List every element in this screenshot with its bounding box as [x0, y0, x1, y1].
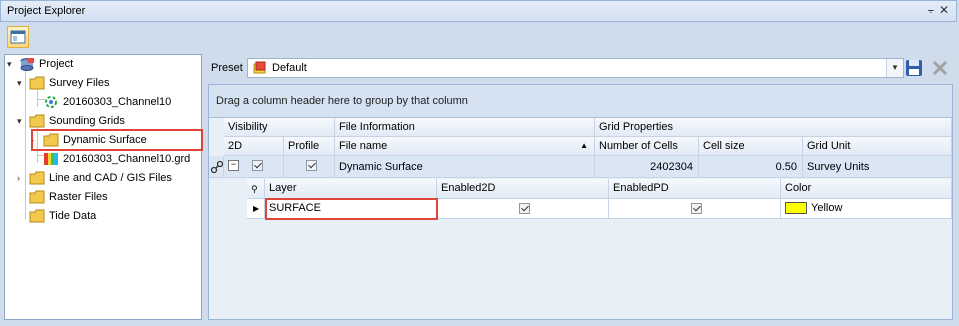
pin-icon[interactable]: ⨪ [928, 4, 934, 17]
column-profile[interactable]: Profile [284, 137, 335, 156]
collapse-arrow-icon[interactable]: ▾ [17, 112, 27, 130]
delete-icon [932, 60, 948, 76]
checkbox-enabled2d[interactable] [519, 202, 530, 214]
collapse-arrow-icon[interactable]: ▾ [7, 55, 17, 73]
group-by-hint: Drag a column header here to group by th… [216, 95, 468, 107]
folder-icon [29, 76, 45, 90]
detail-column-layer[interactable]: Layer [265, 179, 437, 199]
folder-icon [29, 209, 45, 223]
cell-grid-unit[interactable]: Survey Units [803, 156, 952, 178]
project-tree[interactable]: ▾ Project ▾ Survey Files 20160303_Channe… [4, 54, 203, 320]
panel-layout-icon [10, 30, 26, 44]
detail-column-color[interactable]: Color [781, 179, 952, 199]
preset-value: Default [272, 62, 307, 74]
cell-number-of-cells[interactable]: 2402304 [595, 156, 699, 178]
panel-titlebar: Project Explorer ⨪ ✕ [0, 0, 957, 22]
cell-profile[interactable] [284, 156, 335, 178]
toggle-panel-button[interactable] [7, 26, 29, 48]
current-row-arrow-icon: ▶ [253, 204, 260, 213]
delete-preset-button[interactable] [930, 58, 950, 78]
band-file-information[interactable]: File Information [335, 118, 595, 137]
detail-corner[interactable]: ⚲ [247, 179, 265, 199]
close-icon[interactable]: ✕ [939, 3, 949, 17]
band-grid-properties[interactable]: Grid Properties [595, 118, 952, 137]
folder-icon [29, 171, 45, 185]
detail-row-indicator[interactable]: ▶ [247, 199, 265, 219]
color-name: Yellow [811, 202, 843, 214]
grid-file-icon [44, 153, 58, 165]
cell-cell-size[interactable]: 0.50 [699, 156, 803, 178]
properties-pane: Preset Default ▼ Drag a column header he… [207, 54, 955, 320]
folder-icon [29, 190, 45, 204]
collapse-detail-icon[interactable]: − [228, 159, 239, 171]
detail-cell-enabledpd[interactable] [609, 199, 781, 219]
color-swatch [785, 202, 807, 215]
collapse-arrow-icon[interactable]: ▾ [17, 74, 27, 92]
highlight-box [265, 198, 438, 220]
column-number-of-cells[interactable]: Number of Cells [595, 137, 699, 156]
project-icon [20, 58, 34, 71]
band-visibility[interactable]: Visibility [224, 118, 335, 137]
cell-file-name[interactable]: Dynamic Surface [335, 156, 595, 178]
dropdown-arrow-icon[interactable]: ▼ [886, 59, 903, 77]
save-icon [906, 60, 922, 76]
survey-file-icon [45, 96, 57, 108]
sort-ascending-icon: ▲ [580, 141, 588, 150]
group-by-panel[interactable]: Drag a column header here to group by th… [209, 85, 952, 118]
column-cell-size[interactable]: Cell size [699, 137, 803, 156]
row-indicator[interactable] [209, 156, 224, 178]
checkbox-enabledpd[interactable] [691, 202, 702, 214]
save-preset-button[interactable] [904, 58, 924, 78]
preset-dropdown[interactable]: Default ▼ [247, 58, 904, 78]
expand-arrow-icon[interactable]: › [17, 169, 27, 187]
preset-icon [253, 61, 266, 74]
column-2d[interactable]: 2D [224, 137, 284, 156]
column-grid-unit[interactable]: Grid Unit [803, 137, 952, 156]
detail-cell-color[interactable]: Yellow [781, 199, 952, 219]
filter-search-icon: ⚲ [251, 184, 258, 194]
column-file-name[interactable]: File name ▲ [335, 137, 595, 156]
link-icon [210, 160, 223, 174]
panel-title: Project Explorer [7, 5, 86, 17]
checkbox-profile[interactable] [305, 159, 317, 171]
detail-cell-enabled2d[interactable] [437, 199, 609, 219]
highlight-box [31, 129, 203, 151]
column-file-name-label: File name [339, 140, 388, 152]
checkbox-2d[interactable] [252, 159, 264, 171]
toolbar [0, 23, 959, 53]
cell-2d[interactable]: − [224, 156, 284, 178]
preset-label: Preset [211, 62, 243, 74]
detail-column-enabled2d[interactable]: Enabled2D [437, 179, 609, 199]
folder-icon [29, 114, 45, 128]
detail-column-enabledpd[interactable]: EnabledPD [609, 179, 781, 199]
grid-properties-table[interactable]: Drag a column header here to group by th… [208, 84, 953, 320]
